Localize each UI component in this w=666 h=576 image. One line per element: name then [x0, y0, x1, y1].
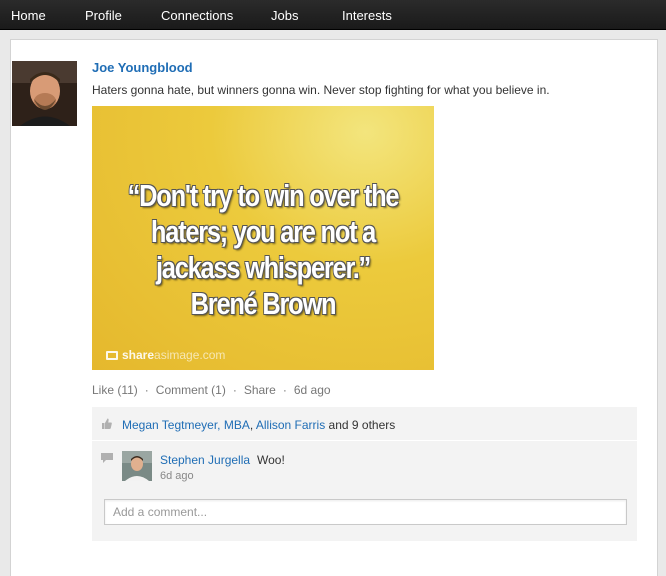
top-navbar: Home Profile Connections Jobs Interests: [0, 0, 666, 30]
separator-dot: ·: [144, 383, 149, 397]
liker-name[interactable]: Allison Farris: [256, 418, 325, 432]
speech-bubble-icon: [101, 453, 113, 463]
post-timestamp: 6d ago: [293, 383, 331, 397]
separator-dot: ·: [232, 383, 237, 397]
commenter-photo: [122, 451, 152, 481]
nav-profile[interactable]: Profile: [85, 0, 122, 30]
post-quote-image[interactable]: “Don't try to win over the haters; you a…: [92, 106, 434, 370]
nav-jobs[interactable]: Jobs: [271, 0, 298, 30]
quote-author: Brené Brown: [190, 286, 337, 321]
author-avatar[interactable]: [12, 61, 77, 126]
post-card: Joe Youngblood Haters gonna hate, but wi…: [10, 39, 658, 576]
post-author-name[interactable]: Joe Youngblood: [92, 60, 193, 75]
comment-timestamp: 6d ago: [160, 470, 194, 482]
separator-dot: ·: [282, 383, 287, 397]
post-text: Haters gonna hate, but winners gonna win…: [92, 83, 550, 97]
liker-name[interactable]: Megan Tegtmeyer, MBA: [122, 418, 250, 432]
commenter-avatar[interactable]: [122, 451, 152, 481]
likes-summary: Megan Tegtmeyer, MBA, Allison Farris and…: [122, 418, 395, 432]
quote-line-1: “Don't try to win over the: [127, 178, 400, 213]
nav-connections[interactable]: Connections: [161, 0, 233, 30]
commenter-name[interactable]: Stephen Jurgella: [160, 453, 250, 467]
nav-home[interactable]: Home: [11, 0, 46, 30]
comment-link[interactable]: Comment (1): [156, 383, 226, 397]
author-photo: [12, 61, 77, 126]
likes-others[interactable]: and 9 others: [325, 418, 396, 432]
shareasimage-logo-icon: [106, 351, 118, 360]
add-comment-input[interactable]: [104, 499, 627, 525]
nav-interests[interactable]: Interests: [342, 0, 392, 30]
image-watermark: shareasimage.com: [106, 348, 225, 362]
quote-line-2: haters; you are not a: [150, 214, 376, 249]
thumbs-up-icon: [102, 418, 112, 429]
share-link[interactable]: Share: [244, 383, 276, 397]
comment-text: Woo!: [257, 453, 285, 467]
social-panel: Megan Tegtmeyer, MBA, Allison Farris and…: [92, 407, 637, 541]
likes-row: Megan Tegtmeyer, MBA, Allison Farris and…: [92, 407, 637, 441]
like-link[interactable]: Like (11): [92, 383, 138, 397]
comment-item: Stephen Jurgella Woo! 6d ago: [92, 442, 637, 490]
post-actions: Like (11) · Comment (1) · Share · 6d ago: [92, 383, 331, 397]
quote-line-3: jackass whisperer.”: [155, 250, 371, 285]
